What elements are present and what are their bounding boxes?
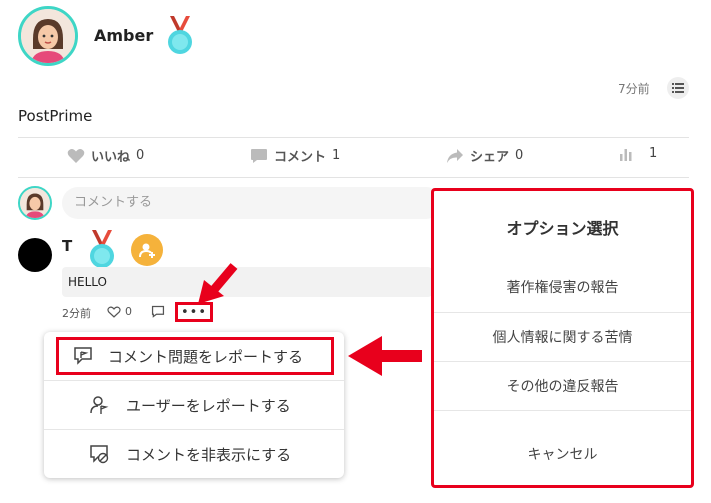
post-timestamp: 7分前: [618, 82, 650, 96]
dialog-divider: [434, 361, 691, 362]
comment-icon: [251, 148, 267, 163]
menu-item-report-user[interactable]: ユーザーをレポートする: [44, 381, 344, 429]
menu-item-label: ユーザーをレポートする: [126, 396, 291, 415]
like-button[interactable]: いいね 0: [67, 146, 144, 165]
commenter-name[interactable]: T: [62, 237, 72, 255]
reply-icon: [151, 305, 165, 318]
heart-icon: [67, 148, 85, 163]
list-icon: [672, 83, 684, 93]
medal-icon: [86, 230, 118, 270]
highlight-box: [56, 337, 334, 375]
heart-outline-icon: [107, 306, 121, 318]
dialog-divider: [434, 410, 691, 411]
pointer-arrow-icon: [198, 263, 238, 304]
like-label: いいね: [91, 150, 131, 165]
author-name[interactable]: Amber: [94, 26, 153, 45]
add-user-icon: [139, 243, 155, 258]
medal-icon: [164, 16, 196, 56]
post-menu-button[interactable]: [667, 77, 689, 99]
author-avatar[interactable]: [18, 6, 78, 66]
comment-label: コメント: [274, 150, 327, 165]
option-privacy-complaint[interactable]: 個人情報に関する苦情: [434, 327, 691, 347]
current-user-avatar: [18, 186, 52, 220]
comment-like-count: 0: [125, 305, 132, 318]
menu-item-label: コメントを非表示にする: [126, 445, 292, 464]
pointer-arrow-left-icon: [348, 336, 422, 376]
dialog-title: オプション選択: [506, 219, 619, 238]
option-other-violation[interactable]: その他の違反報告: [434, 376, 691, 396]
share-icon: [447, 148, 463, 163]
like-count: 0: [136, 148, 145, 163]
follow-button[interactable]: [131, 234, 163, 266]
comment-input[interactable]: コメントする: [62, 187, 442, 219]
share-label: シェア: [470, 150, 510, 165]
share-count: 0: [515, 148, 524, 163]
options-dialog: オプション選択 著作権侵害の報告 個人情報に関する苦情 その他の違反報告 キャン…: [431, 188, 694, 488]
hide-comment-icon: [90, 445, 109, 464]
comment-time: 2分前: [62, 307, 91, 320]
option-copyright-report[interactable]: 著作権侵害の報告: [434, 277, 691, 297]
view-stats[interactable]: 1: [619, 146, 657, 161]
report-user-icon: [90, 396, 109, 414]
bar-chart-icon: [620, 148, 632, 161]
dialog-divider: [434, 312, 691, 313]
cancel-button[interactable]: キャンセル: [434, 444, 691, 464]
comment-button[interactable]: コメント 1: [250, 146, 340, 165]
share-button[interactable]: シェア 0: [446, 146, 523, 165]
comment-like-button[interactable]: 0: [107, 305, 132, 318]
reply-button[interactable]: [151, 305, 165, 318]
comment-count: 1: [332, 148, 341, 163]
comment-text: HELLO: [62, 267, 432, 297]
divider: [18, 177, 689, 178]
menu-item-hide-comment[interactable]: コメントを非表示にする: [44, 430, 344, 478]
view-count: 1: [649, 146, 658, 161]
divider: [18, 137, 689, 138]
commenter-avatar[interactable]: [18, 238, 52, 272]
post-body: PostPrime: [18, 107, 93, 125]
